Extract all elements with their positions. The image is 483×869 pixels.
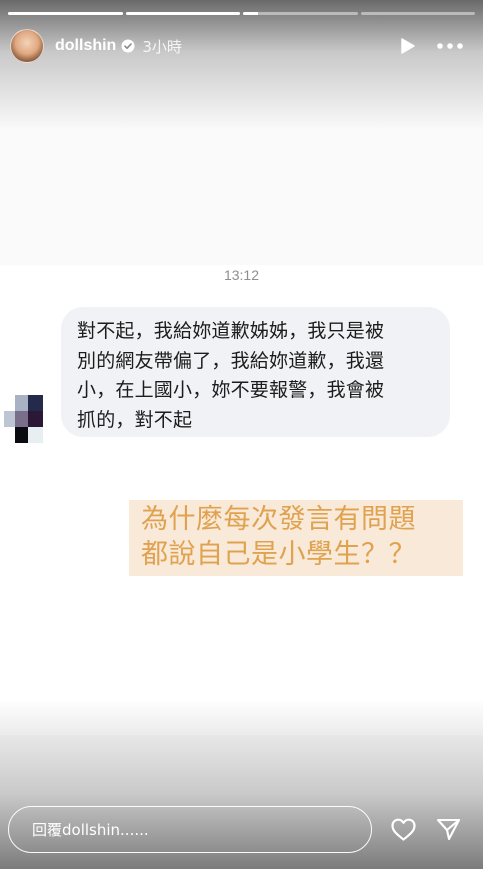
caption-line: 為什麼每次發言有問題 — [141, 504, 416, 535]
top-overlay — [0, 0, 483, 130]
username[interactable]: dollshin — [55, 37, 116, 55]
message-line: 小，在上國小，妳不要報警，我會被 — [77, 379, 385, 401]
progress-segment — [243, 12, 358, 15]
progress-segment — [125, 12, 240, 15]
chat-timestamp: 13:12 — [223, 267, 260, 283]
message-line: 對不起，我給妳道歉姊姊，我只是被 — [77, 320, 385, 342]
story-caption: 為什麼每次發言有問題 都說自己是小學生？？ — [129, 500, 463, 576]
reply-input[interactable]: 回覆dollshin...... — [8, 806, 372, 853]
progress-segment — [8, 12, 123, 15]
message-line: 抓的，對不起 — [77, 408, 193, 431]
message-line: 別的網友帶偏了，我給妳道歉，我還 — [77, 349, 385, 372]
play-icon[interactable] — [397, 36, 417, 56]
verified-badge-icon — [121, 39, 135, 53]
progress-segment — [360, 12, 475, 15]
story-progress-bar — [8, 12, 475, 15]
reply-placeholder: 回覆dollshin...... — [32, 821, 149, 839]
avatar[interactable] — [10, 29, 44, 63]
heart-icon[interactable] — [390, 817, 417, 842]
pixelated-avatar — [4, 395, 43, 443]
more-horizontal-icon[interactable] — [435, 36, 465, 56]
story-header: dollshin 3小時 — [10, 28, 473, 64]
caption-line: 都說自己是小學生？？ — [141, 539, 416, 570]
time-ago: 3小時 — [142, 37, 182, 56]
story-viewer[interactable]: 13:12 對不起，我給妳道歉姊姊，我只是被 別的網友帶偏了，我給妳道歉，我還 … — [0, 0, 483, 869]
send-icon[interactable] — [436, 817, 461, 842]
chat-message-bubble: 對不起，我給妳道歉姊姊，我只是被 別的網友帶偏了，我給妳道歉，我還 小，在上國小… — [61, 307, 450, 437]
chat-message-text: 對不起，我給妳道歉姊姊，我只是被 別的網友帶偏了，我給妳道歉，我還 小，在上國小… — [77, 317, 434, 435]
